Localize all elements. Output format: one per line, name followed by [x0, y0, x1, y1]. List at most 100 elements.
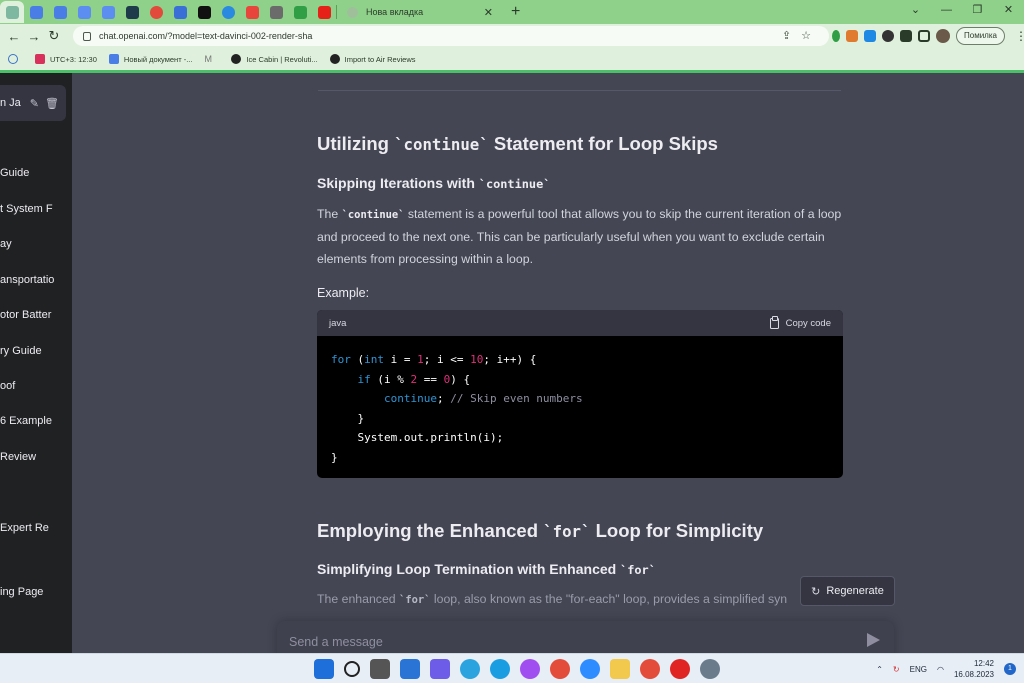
task-view-icon[interactable]	[370, 659, 390, 679]
folder-icon[interactable]	[610, 659, 630, 679]
clock[interactable]: 12:42 16.08.2023	[954, 658, 994, 680]
side-panel-icon[interactable]	[918, 30, 930, 42]
example-label: Example:	[317, 286, 370, 300]
share-bookmark-icons[interactable]: ⇪☆	[782, 29, 821, 42]
edit-icon[interactable]: ✎	[30, 97, 39, 110]
tab-search-icon[interactable]: ⌄	[900, 0, 931, 22]
sidebar-item-active[interactable]: n Ja ✎ 🗑	[0, 85, 66, 121]
section-heading: Utilizing `continue` Statement for Loop …	[317, 133, 718, 154]
yandex-icon[interactable]	[670, 659, 690, 679]
sidebar-item[interactable]: ing Page	[0, 586, 43, 598]
metamask-icon[interactable]	[846, 30, 858, 42]
messenger-icon[interactable]	[520, 659, 540, 679]
tab-dollar[interactable]	[288, 1, 312, 23]
forward-button[interactable]: →	[24, 29, 44, 44]
extension-icon[interactable]	[882, 30, 894, 42]
bookmark-air-reviews[interactable]: Import to Air Reviews	[329, 54, 415, 64]
globe-icon	[347, 6, 358, 18]
sidebar-item[interactable]: ansportatio	[0, 274, 54, 286]
sidebar-item[interactable]: Expert Re	[0, 522, 49, 534]
bookmark-doc[interactable]: Новый документ -...	[108, 54, 192, 64]
telegram-icon[interactable]	[460, 659, 480, 679]
search-icon[interactable]	[344, 661, 360, 677]
tab-translate-1[interactable]	[72, 1, 96, 23]
sidebar-item[interactable]: otor Batter	[0, 309, 51, 321]
tab-docs-2[interactable]	[48, 1, 72, 23]
bookmarks-bar: UTC+3: 12:30 Новый документ -... M Ice C…	[0, 48, 1024, 70]
sidebar-item[interactable]: ay	[0, 238, 12, 250]
sidebar-item-label: n Ja	[0, 97, 21, 109]
bookmark-gmail[interactable]: M	[204, 54, 219, 64]
tab-separator	[336, 5, 337, 19]
docs-icon	[108, 54, 119, 64]
tab-capcut[interactable]	[192, 1, 216, 23]
maximize-button[interactable]: ❐	[962, 0, 993, 22]
back-button[interactable]: ←	[4, 29, 24, 44]
edge-icon[interactable]	[490, 659, 510, 679]
notification-badge[interactable]: 1	[1004, 663, 1016, 675]
close-window-button[interactable]: ✕	[993, 0, 1024, 22]
start-icon[interactable]	[314, 659, 334, 679]
sidebar-item[interactable]: Guide	[0, 167, 29, 179]
chat-icon[interactable]	[430, 659, 450, 679]
bookmark-utc[interactable]: UTC+3: 12:30	[35, 54, 97, 64]
copy-code-label: Copy code	[785, 317, 831, 329]
sidebar-item[interactable]: 6 Example	[0, 415, 52, 427]
tab-chatgpt[interactable]	[0, 1, 24, 23]
trash-icon[interactable]: 🗑	[45, 97, 59, 110]
extension-icon[interactable]	[864, 30, 876, 42]
extensions-area: Помилка ⋮	[832, 27, 1024, 45]
avatar[interactable]	[936, 29, 950, 43]
bookmark-ice-cabin[interactable]: Ice Cabin | Revoluti...	[231, 54, 318, 64]
widgets-icon[interactable]	[400, 659, 420, 679]
chevron-up-icon[interactable]: ⌃	[876, 665, 883, 674]
tab-drive[interactable]	[168, 1, 192, 23]
tab-gmail[interactable]	[240, 1, 264, 23]
tab-p[interactable]	[264, 1, 288, 23]
lock-icon[interactable]	[83, 31, 91, 41]
new-tab-button[interactable]: +	[511, 3, 520, 21]
puzzle-icon[interactable]	[900, 30, 912, 42]
menu-icon[interactable]: ⋮	[1015, 29, 1024, 43]
sidebar: n Ja ✎ 🗑 Guide t System F ay ansportatio…	[0, 73, 72, 653]
tab-red-circle[interactable]	[144, 1, 168, 23]
settings-icon[interactable]	[700, 659, 720, 679]
copy-code-button[interactable]: Copy code	[769, 315, 831, 329]
message-input[interactable]: Send a message	[277, 621, 894, 653]
url-input[interactable]: chat.openai.com/?model=text-davinci-002-…	[73, 26, 829, 46]
paragraph-faded: The enhanced `for` loop, also known as t…	[317, 592, 788, 606]
tab-new-tab[interactable]: Нова вкладка ✕	[341, 1, 499, 23]
reload-button[interactable]: ↻	[44, 28, 64, 44]
sidebar-item[interactable]: t System F	[0, 203, 53, 215]
zoom-icon[interactable]	[580, 659, 600, 679]
send-icon[interactable]	[867, 633, 880, 647]
chrome-icon[interactable]	[640, 659, 660, 679]
language-indicator[interactable]: ENG	[910, 665, 927, 674]
chrome-icon[interactable]	[550, 659, 570, 679]
record-icon	[149, 5, 163, 19]
tab-translate-2[interactable]	[96, 1, 120, 23]
tab-shield[interactable]	[120, 1, 144, 23]
regenerate-button[interactable]: ↻ Regenerate	[800, 576, 895, 606]
minimize-button[interactable]: —	[931, 0, 962, 22]
close-tab-icon[interactable]: ✕	[484, 6, 493, 19]
tab-docs-1[interactable]	[24, 1, 48, 23]
bookmark-icon-only[interactable]	[8, 54, 23, 64]
docs-icon	[29, 5, 43, 19]
sidebar-item[interactable]: ry Guide	[0, 345, 42, 357]
c-logo-icon	[221, 5, 235, 19]
gmail-icon: M	[204, 54, 212, 64]
window-controls: ⌄ — ❐ ✕	[900, 0, 1024, 22]
extension-icon[interactable]	[832, 30, 840, 42]
sync-icon[interactable]: ↻	[893, 665, 900, 674]
tab-youtube[interactable]	[312, 1, 336, 23]
sidebar-item[interactable]: oof	[0, 380, 15, 392]
error-button[interactable]: Помилка	[956, 27, 1005, 45]
tab-c[interactable]	[216, 1, 240, 23]
sidebar-item[interactable]: Review	[0, 451, 36, 463]
tab-title: Нова вкладка	[366, 7, 424, 17]
shield-icon	[125, 5, 139, 19]
message-placeholder: Send a message	[289, 635, 383, 649]
p-logo-icon	[269, 5, 283, 19]
wifi-icon[interactable]: ◠	[937, 665, 944, 674]
